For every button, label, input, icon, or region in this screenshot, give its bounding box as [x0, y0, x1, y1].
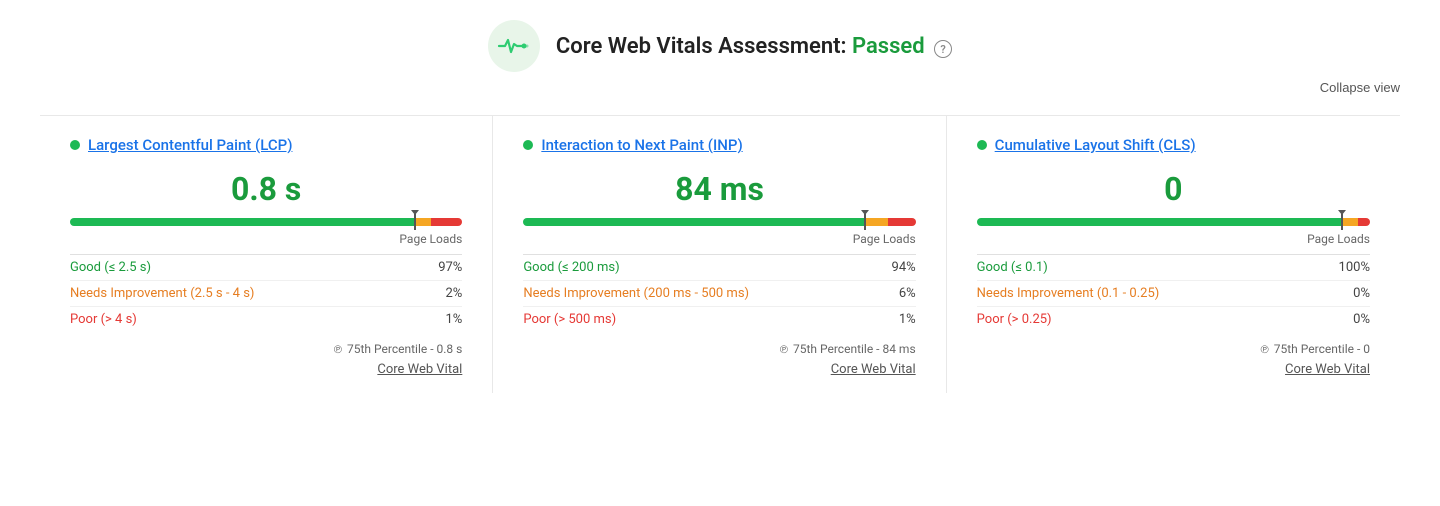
status-dot — [70, 140, 80, 150]
assessment-icon-circle — [488, 20, 540, 72]
percentile-icon: ℗ — [780, 343, 788, 356]
help-icon[interactable]: ? — [934, 40, 952, 58]
stat-label: Poor (> 0.25) — [977, 307, 1313, 333]
page-loads-label: Page Loads — [523, 232, 915, 246]
stat-row: Good (≤ 0.1) 100% — [977, 255, 1370, 281]
core-web-vital-link[interactable]: Core Web Vital — [70, 362, 462, 377]
stats-table: Good (≤ 0.1) 100% Needs Improvement (0.1… — [977, 254, 1370, 332]
pulse-chart-icon — [497, 35, 531, 57]
page-title: Core Web Vitals Assessment: Passed ? — [556, 34, 952, 59]
card-title[interactable]: Largest Contentful Paint (LCP) — [88, 136, 292, 154]
header: Core Web Vitals Assessment: Passed ? — [40, 20, 1400, 72]
stat-row: Needs Improvement (200 ms - 500 ms) 6% — [523, 281, 915, 307]
percentile-row: ℗ 75th Percentile - 0 — [977, 342, 1370, 356]
bar-orange — [865, 218, 889, 226]
card-header: Interaction to Next Paint (INP) — [523, 136, 915, 154]
stat-label: Needs Improvement (2.5 s - 4 s) — [70, 281, 417, 307]
stat-row: Needs Improvement (2.5 s - 4 s) 2% — [70, 281, 462, 307]
collapse-button[interactable]: Collapse view — [1320, 80, 1400, 95]
cards-grid: Largest Contentful Paint (LCP) 0.8 s Pag… — [40, 115, 1400, 393]
page-loads-label: Page Loads — [977, 232, 1370, 246]
bar-track — [523, 218, 915, 226]
card-title[interactable]: Interaction to Next Paint (INP) — [541, 136, 742, 154]
stat-row: Needs Improvement (0.1 - 0.25) 0% — [977, 281, 1370, 307]
stat-row: Poor (> 0.25) 0% — [977, 307, 1370, 333]
stats-table: Good (≤ 200 ms) 94% Needs Improvement (2… — [523, 254, 915, 332]
card-footer: ℗ 75th Percentile - 84 ms Core Web Vital — [523, 342, 915, 377]
percentile-value: 75th Percentile - 84 ms — [793, 342, 916, 356]
stat-value: 0% — [1312, 281, 1370, 307]
bar-green — [70, 218, 415, 226]
stat-label: Poor (> 4 s) — [70, 307, 417, 333]
percentile-icon: ℗ — [1261, 343, 1269, 356]
bar-marker — [414, 214, 416, 230]
bar-track — [977, 218, 1370, 226]
percentile-value: 75th Percentile - 0 — [1274, 342, 1370, 356]
stat-row: Poor (> 4 s) 1% — [70, 307, 462, 333]
stat-value: 1% — [878, 307, 916, 333]
metric-value: 0.8 s — [70, 170, 462, 208]
core-web-vital-link[interactable]: Core Web Vital — [523, 362, 915, 377]
status-dot — [977, 140, 987, 150]
stats-table: Good (≤ 2.5 s) 97% Needs Improvement (2.… — [70, 254, 462, 332]
status-dot — [523, 140, 533, 150]
stat-value: 100% — [1312, 255, 1370, 281]
core-web-vital-link[interactable]: Core Web Vital — [977, 362, 1370, 377]
bar-green — [523, 218, 864, 226]
bar-marker — [864, 214, 866, 230]
stat-label: Poor (> 500 ms) — [523, 307, 877, 333]
stat-label: Good (≤ 2.5 s) — [70, 255, 417, 281]
title-status: Passed — [852, 34, 925, 59]
stat-value: 2% — [417, 281, 462, 307]
metric-value: 0 — [977, 170, 1370, 208]
bar-orange — [415, 218, 431, 226]
page-loads-label: Page Loads — [70, 232, 462, 246]
percentile-icon: ℗ — [334, 343, 342, 356]
bar-red — [1358, 218, 1370, 226]
metric-value: 84 ms — [523, 170, 915, 208]
card-cls: Cumulative Layout Shift (CLS) 0 Page Loa… — [947, 116, 1400, 393]
stat-label: Needs Improvement (200 ms - 500 ms) — [523, 281, 877, 307]
stat-value: 6% — [878, 281, 916, 307]
card-footer: ℗ 75th Percentile - 0.8 s Core Web Vital — [70, 342, 462, 377]
bar-marker — [1341, 214, 1343, 230]
percentile-row: ℗ 75th Percentile - 84 ms — [523, 342, 915, 356]
card-header: Largest Contentful Paint (LCP) — [70, 136, 462, 154]
stat-row: Poor (> 500 ms) 1% — [523, 307, 915, 333]
percentile-row: ℗ 75th Percentile - 0.8 s — [70, 342, 462, 356]
collapse-row: Collapse view — [40, 80, 1400, 95]
stat-value: 94% — [878, 255, 916, 281]
stat-value: 0% — [1312, 307, 1370, 333]
stat-label: Good (≤ 0.1) — [977, 255, 1313, 281]
page-wrapper: Core Web Vitals Assessment: Passed ? Col… — [0, 0, 1440, 423]
card-lcp: Largest Contentful Paint (LCP) 0.8 s Pag… — [40, 116, 493, 393]
bar-orange — [1342, 218, 1358, 226]
card-footer: ℗ 75th Percentile - 0 Core Web Vital — [977, 342, 1370, 377]
stat-label: Needs Improvement (0.1 - 0.25) — [977, 281, 1313, 307]
card-header: Cumulative Layout Shift (CLS) — [977, 136, 1370, 154]
progress-bar-container — [977, 218, 1370, 226]
bar-track — [70, 218, 462, 226]
progress-bar-container — [523, 218, 915, 226]
card-inp: Interaction to Next Paint (INP) 84 ms Pa… — [493, 116, 946, 393]
stat-row: Good (≤ 2.5 s) 97% — [70, 255, 462, 281]
bar-green — [977, 218, 1343, 226]
bar-red — [888, 218, 915, 226]
bar-red — [431, 218, 462, 226]
card-title[interactable]: Cumulative Layout Shift (CLS) — [995, 136, 1196, 154]
stat-value: 1% — [417, 307, 462, 333]
stat-row: Good (≤ 200 ms) 94% — [523, 255, 915, 281]
title-prefix: Core Web Vitals Assessment: — [556, 34, 847, 59]
stat-value: 97% — [417, 255, 462, 281]
stat-label: Good (≤ 200 ms) — [523, 255, 877, 281]
progress-bar-container — [70, 218, 462, 226]
percentile-value: 75th Percentile - 0.8 s — [347, 342, 462, 356]
